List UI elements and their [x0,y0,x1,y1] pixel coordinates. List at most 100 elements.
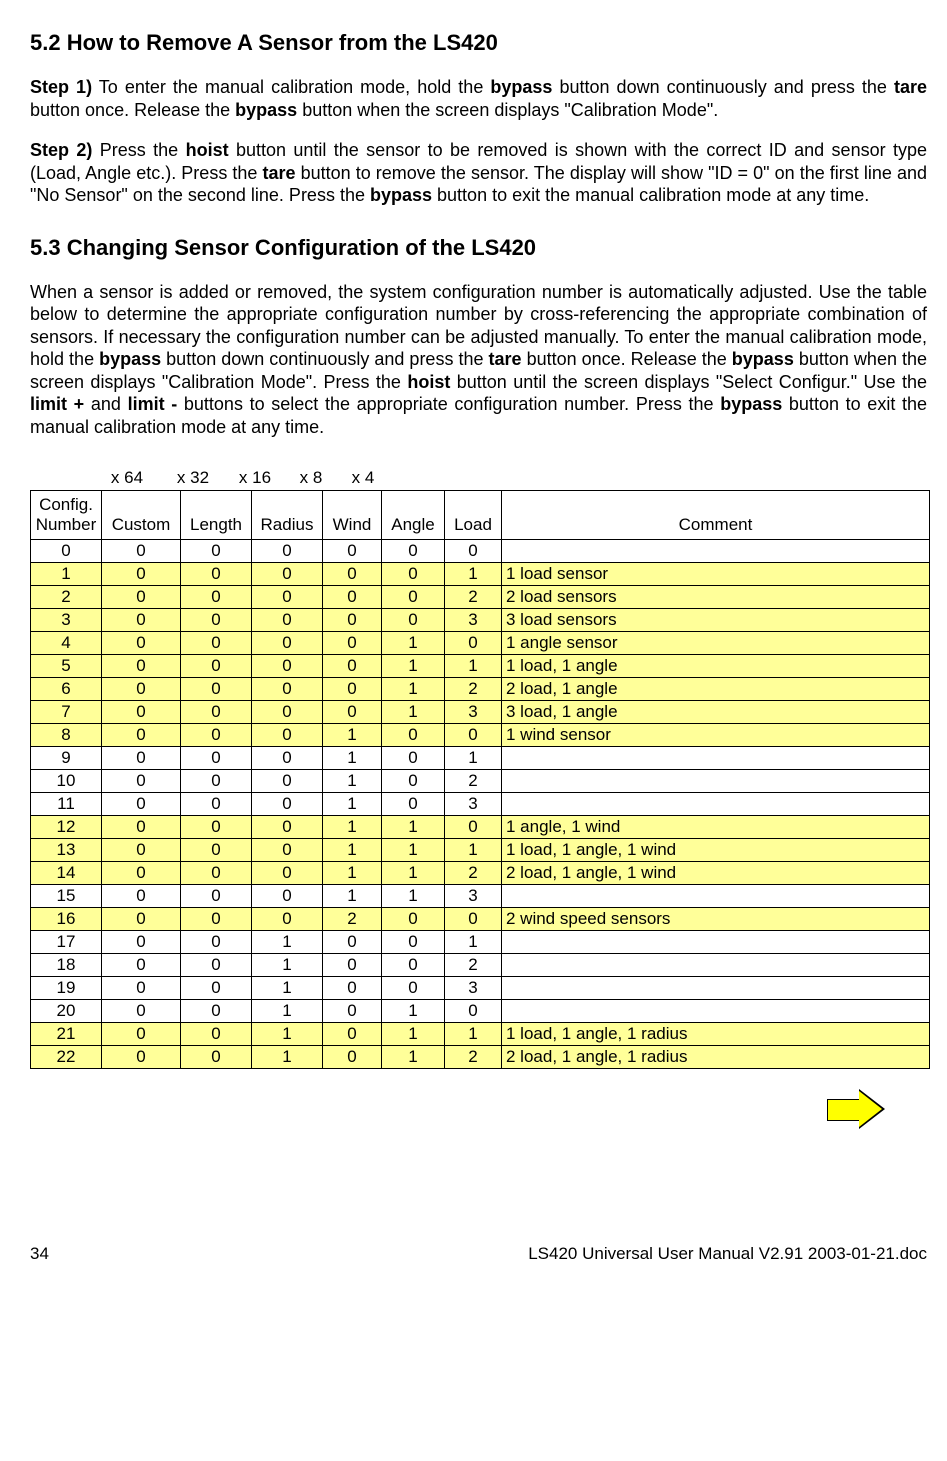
cell: 0 [181,885,252,908]
cell: 2 [445,954,502,977]
cell: 0 [252,793,323,816]
cell: 0 [102,908,181,931]
cell: 0 [252,678,323,701]
cell-comment: 1 load, 1 angle [502,655,930,678]
text-bold: tare [894,77,927,97]
cell: 1 [382,885,445,908]
cell: 1 [323,816,382,839]
cell: 0 [181,632,252,655]
cell: 5 [31,655,102,678]
cell: 2 [445,770,502,793]
cell: 19 [31,977,102,1000]
cell: 0 [102,1046,181,1069]
cell-comment [502,1000,930,1023]
cell: 0 [181,701,252,724]
cell: 1 [382,1023,445,1046]
table-row: 60000122 load, 1 angle [31,678,930,701]
cell: 0 [102,793,181,816]
cell: 20 [31,1000,102,1023]
cell-comment: 2 load, 1 angle, 1 wind [502,862,930,885]
cell: 0 [252,632,323,655]
cell: 0 [445,540,502,563]
cell: 0 [181,931,252,954]
text: To enter the manual calibration mode, ho… [92,77,490,97]
cell: 10 [31,770,102,793]
cell: 3 [445,977,502,1000]
cell: 1 [445,655,502,678]
cell-comment [502,931,930,954]
text: button once. Release the [30,100,235,120]
cell: 0 [382,793,445,816]
cell: 0 [102,586,181,609]
text: button once. Release the [522,349,732,369]
cell: 0 [102,839,181,862]
th-radius: Radius [252,491,323,540]
text-bold: bypass [370,185,432,205]
cell: 2 [31,586,102,609]
page-footer: 34 LS420 Universal User Manual V2.91 200… [30,1244,927,1264]
cell: 0 [252,770,323,793]
cell: 0 [252,701,323,724]
text-bold: bypass [99,349,161,369]
cell: 0 [102,931,181,954]
mult-x32: x 32 [162,468,224,488]
cell-comment: 1 load sensor [502,563,930,586]
table-row: 210010111 load, 1 angle, 1 radius [31,1023,930,1046]
cell-comment [502,770,930,793]
cell: 1 [382,632,445,655]
cell: 0 [323,1000,382,1023]
table-row: 18001002 [31,954,930,977]
cell: 0 [181,839,252,862]
cell: 1 [382,816,445,839]
table-row: 70000133 load, 1 angle [31,701,930,724]
text-bold: bypass [732,349,794,369]
cell: 17 [31,931,102,954]
text: buttons to select the appropriate config… [177,394,720,414]
th-wind: Wind [323,491,382,540]
table-row: 40000101 angle sensor [31,632,930,655]
cell-comment: 1 wind sensor [502,724,930,747]
cell-comment [502,540,930,563]
cell: 1 [382,678,445,701]
cell: 2 [445,586,502,609]
cell: 0 [323,632,382,655]
cell: 0 [102,747,181,770]
cell-comment: 1 load, 1 angle, 1 wind [502,839,930,862]
cell: 1 [382,701,445,724]
cell: 0 [181,655,252,678]
cell: 0 [181,563,252,586]
cell: 2 [323,908,382,931]
cell: 0 [323,586,382,609]
mult-x4: x 4 [336,468,390,488]
cell: 1 [382,839,445,862]
text: button down continuously and press the [552,77,894,97]
table-row: 20000022 load sensors [31,586,930,609]
cell: 0 [445,816,502,839]
th-length: Length [181,491,252,540]
cell: 2 [445,862,502,885]
cell: 0 [323,977,382,1000]
cell: 0 [323,655,382,678]
text: button until the screen displays "Select… [450,372,927,392]
page-number: 34 [30,1244,49,1264]
cell: 0 [382,747,445,770]
cell: 0 [323,563,382,586]
cell: 0 [445,724,502,747]
cell: 0 [181,908,252,931]
table-row: 160002002 wind speed sensors [31,908,930,931]
text-bold: limit - [128,394,178,414]
cell: 1 [31,563,102,586]
text: button when the screen displays "Calibra… [297,100,718,120]
cell: 0 [181,540,252,563]
cell: 0 [323,540,382,563]
section-5-2-title: 5.2 How to Remove A Sensor from the LS42… [30,30,927,56]
cell-comment: 3 load sensors [502,609,930,632]
cell-comment [502,747,930,770]
cell: 1 [445,747,502,770]
cell: 1 [382,1000,445,1023]
cell: 0 [102,954,181,977]
cell: 0 [181,977,252,1000]
cell: 1 [445,839,502,862]
cell: 0 [382,931,445,954]
table-row: 9000101 [31,747,930,770]
